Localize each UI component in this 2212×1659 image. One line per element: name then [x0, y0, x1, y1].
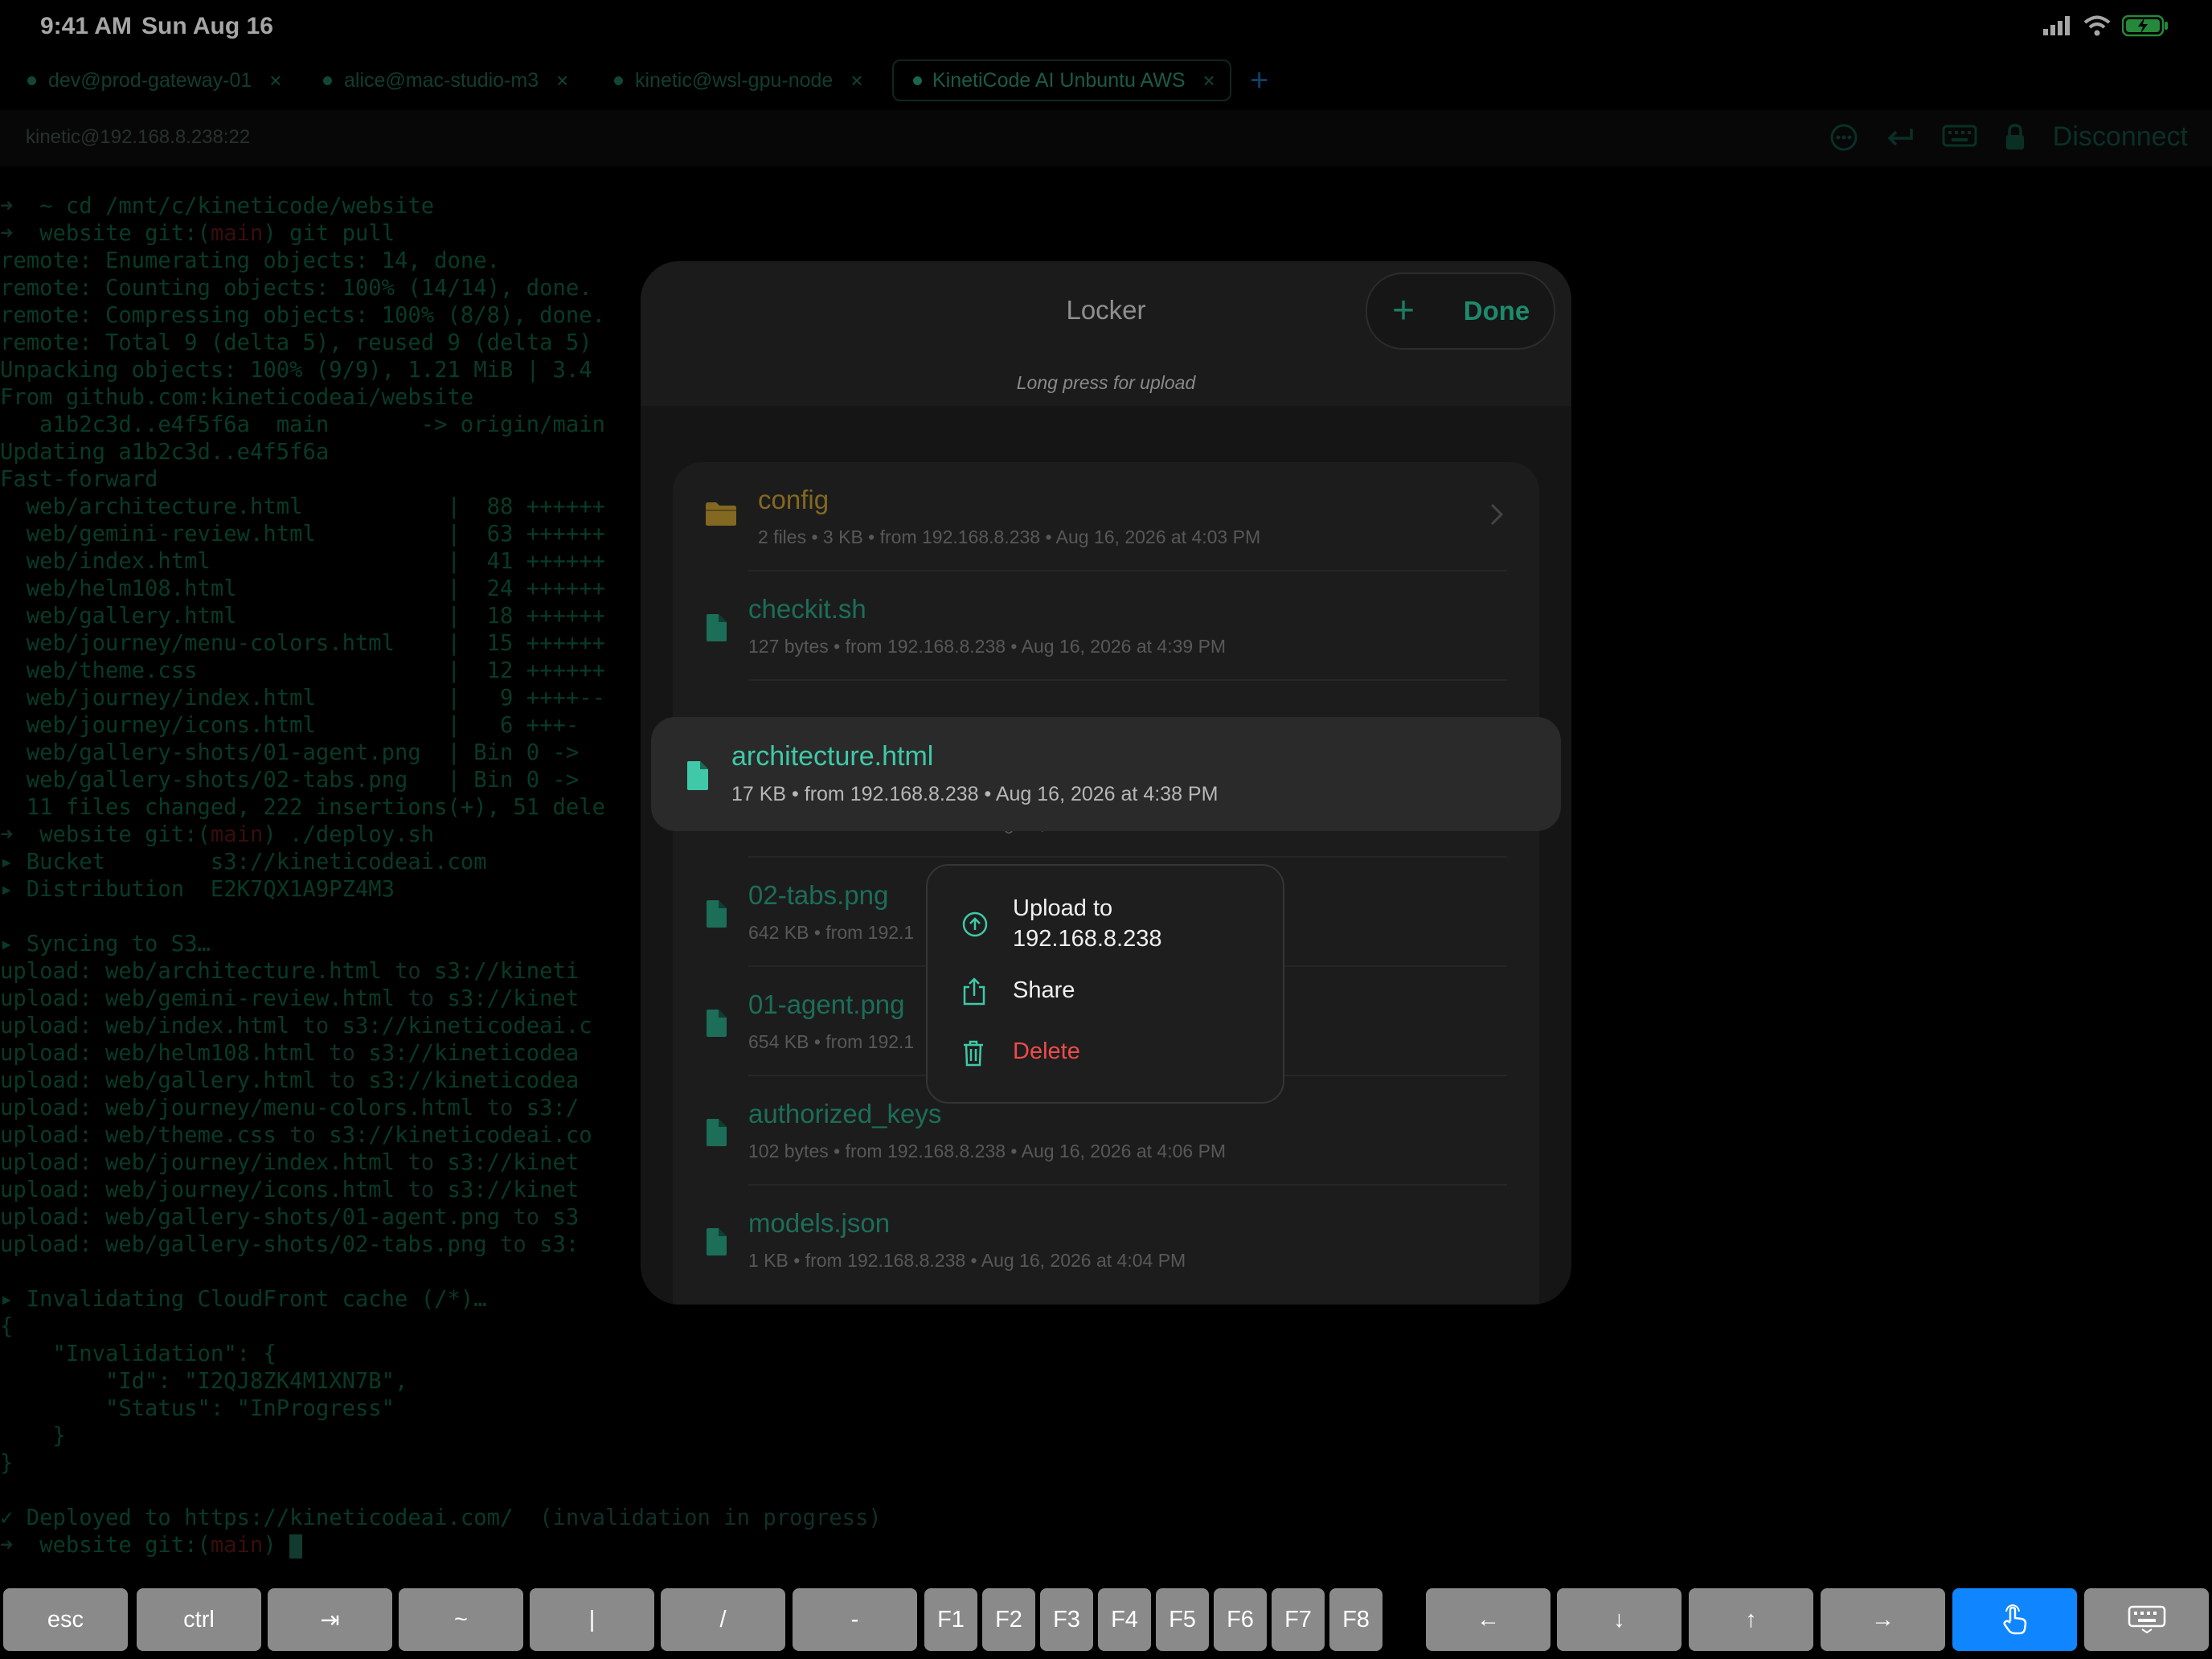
file-meta: 654 KB • from 192.1 — [748, 1031, 915, 1052]
document-icon — [705, 1009, 727, 1042]
file-name: config — [758, 485, 830, 514]
document-icon — [705, 1227, 727, 1260]
upload-circle-icon — [962, 911, 988, 937]
key-tilde[interactable]: ~ — [399, 1588, 523, 1651]
key-f5[interactable]: F5 — [1156, 1588, 1209, 1651]
locker-hint: Long press for upload — [1016, 372, 1196, 393]
share-menu-item[interactable]: Share — [928, 962, 1283, 1023]
keyboard-icon — [2128, 1605, 2165, 1634]
document-icon — [687, 761, 708, 790]
file-meta: 2 files • 3 KB • from 192.168.8.238 • Au… — [758, 526, 1261, 547]
delete-menu-item[interactable]: Delete — [928, 1023, 1283, 1084]
accessory-key-bar: esc ctrl ⇥ ~ | / - F1 F2 F3 F4 F5 F6 F7 F8 ← ↓ ↑ → — [0, 1583, 2212, 1659]
document-icon — [705, 613, 727, 646]
chevron-right-icon — [1489, 502, 1504, 530]
share-label: Share — [1013, 977, 1075, 1003]
key-f6[interactable]: F6 — [1214, 1588, 1267, 1651]
file-row[interactable]: checkit.sh 127 bytes • from 192.168.8.238… — [673, 571, 1539, 681]
touch-mode-button[interactable] — [1952, 1588, 2077, 1651]
key-down-arrow[interactable]: ↓ — [1557, 1588, 1682, 1651]
key-slash[interactable]: / — [661, 1588, 785, 1651]
key-left-arrow[interactable]: ← — [1426, 1588, 1550, 1651]
upload-label-line2: 192.168.8.238 — [1013, 926, 1162, 952]
key-f7[interactable]: F7 — [1272, 1588, 1325, 1651]
locker-actions: + Done — [1366, 272, 1555, 350]
hand-pointer-icon — [2003, 1604, 2026, 1635]
file-meta: 102 bytes • from 192.168.8.238 • Aug 16,… — [748, 1141, 1227, 1161]
key-f2[interactable]: F2 — [982, 1588, 1035, 1651]
delete-label: Delete — [1013, 1038, 1080, 1064]
key-f4[interactable]: F4 — [1098, 1588, 1151, 1651]
file-name: authorized_keys — [748, 1099, 942, 1129]
key-f8[interactable]: F8 — [1329, 1588, 1382, 1651]
document-icon — [705, 1118, 727, 1151]
trash-icon — [964, 1040, 983, 1067]
key-dash[interactable]: - — [793, 1588, 917, 1651]
file-meta: 127 bytes • from 192.168.8.238 • Aug 16,… — [748, 636, 1227, 657]
key-ctrl[interactable]: ctrl — [137, 1588, 261, 1651]
document-icon — [705, 899, 727, 932]
file-row[interactable]: models.json 1 KB • from 192.168.8.238 • A… — [673, 1186, 1539, 1295]
key-esc[interactable]: esc — [3, 1588, 128, 1651]
file-meta: 1 KB • from 192.168.8.238 • Aug 16, 2026… — [748, 1250, 1186, 1271]
add-file-button[interactable]: + — [1367, 279, 1440, 343]
upload-label-line1: Upload to — [1013, 895, 1113, 921]
selected-file-meta: 17 KB • from 192.168.8.238 • Aug 16, 202… — [731, 783, 1219, 805]
file-meta: 642 KB • from 192.1 — [748, 922, 915, 943]
file-context-menu: Upload to 192.168.8.238 Share Delete — [926, 864, 1284, 1104]
key-tab[interactable]: ⇥ — [268, 1588, 392, 1651]
key-f1[interactable]: F1 — [924, 1588, 977, 1651]
upload-menu-item[interactable]: Upload to 192.168.8.238 — [928, 866, 1283, 962]
folder-icon — [705, 501, 737, 530]
key-right-arrow[interactable]: → — [1821, 1588, 1945, 1651]
key-pipe[interactable]: | — [530, 1588, 654, 1651]
key-up-arrow[interactable]: ↑ — [1689, 1588, 1813, 1651]
folder-row[interactable]: config 2 files • 3 KB • from 192.168.8.23… — [673, 462, 1539, 571]
selected-file-name: architecture.html — [731, 741, 934, 772]
key-f3[interactable]: F3 — [1040, 1588, 1093, 1651]
selected-file-row[interactable]: architecture.html 17 KB • from 192.168.8… — [651, 717, 1561, 831]
hide-keyboard-button[interactable] — [2084, 1588, 2209, 1651]
file-name: checkit.sh — [748, 594, 866, 624]
file-name: 01-agent.png — [748, 989, 905, 1019]
row-divider — [748, 679, 1507, 681]
file-name: models.json — [748, 1208, 891, 1238]
file-name: 02-tabs.png — [748, 880, 889, 910]
done-button[interactable]: Done — [1440, 296, 1554, 326]
share-icon — [963, 977, 985, 1006]
locker-header: Locker Long press for upload + Done — [641, 261, 1571, 406]
